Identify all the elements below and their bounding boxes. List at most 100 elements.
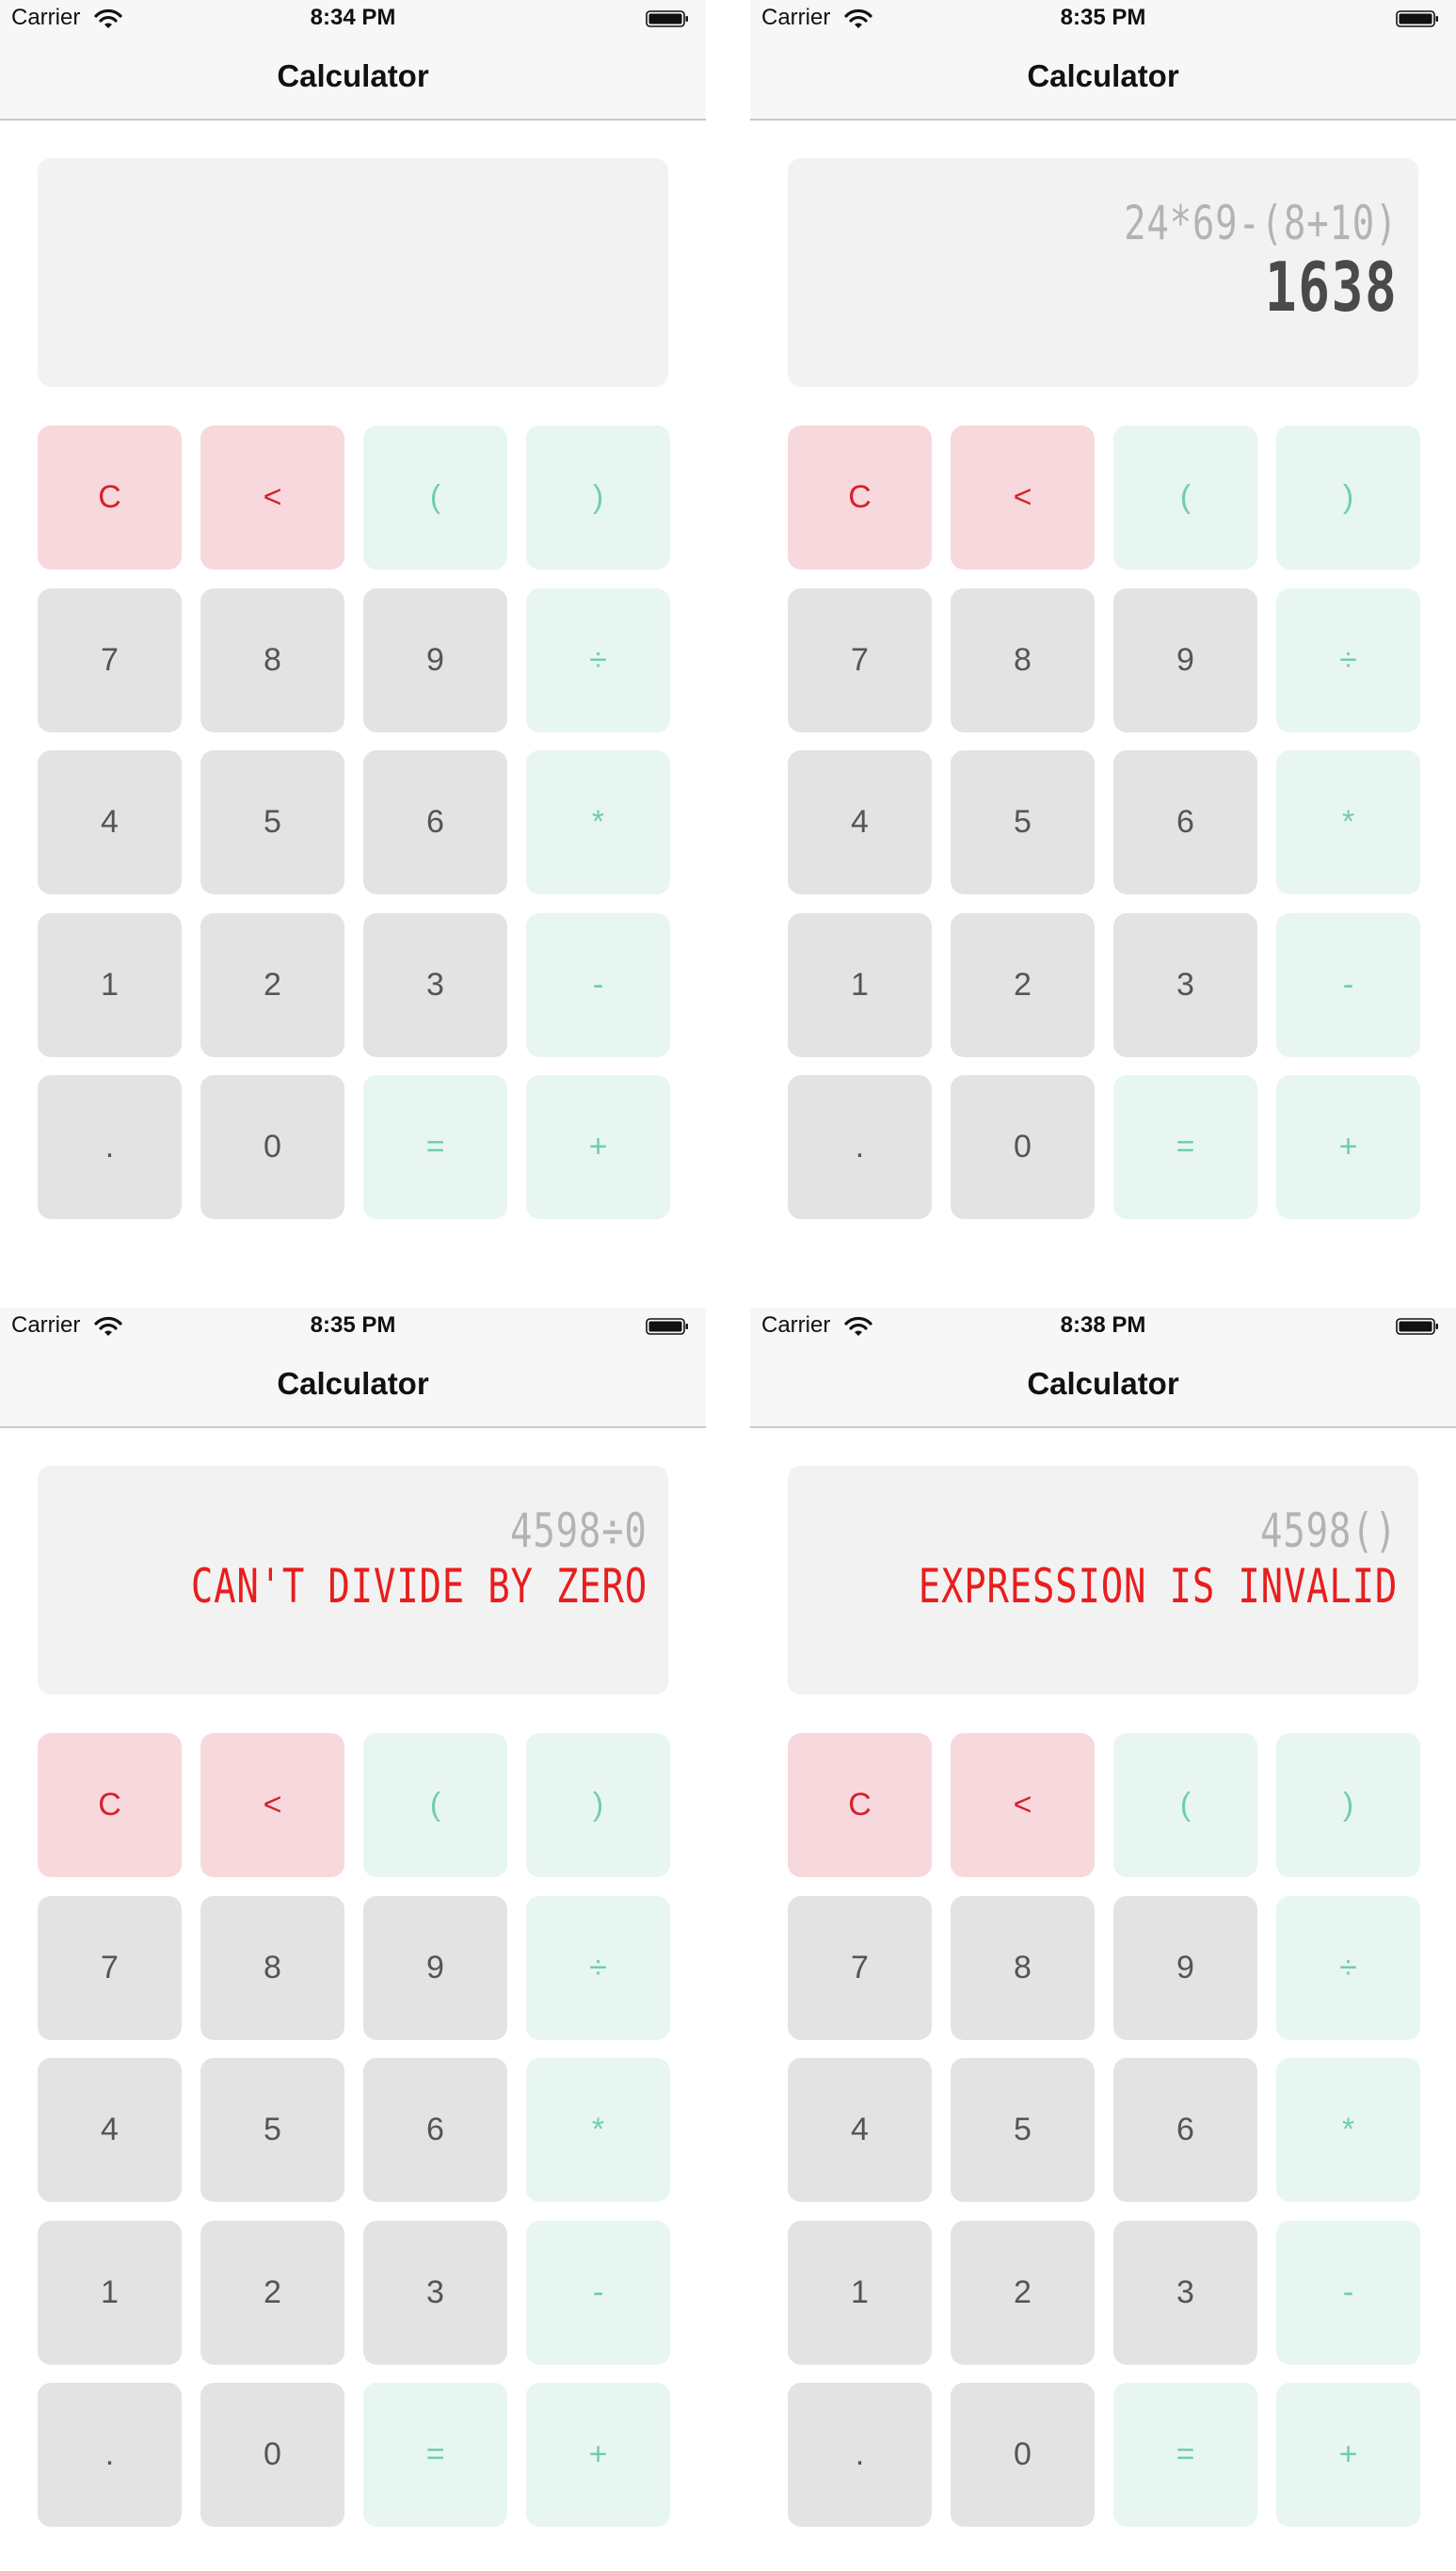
digit-2-button[interactable]: 2	[200, 2220, 344, 2365]
backspace-button[interactable]: <	[951, 426, 1095, 570]
close-paren-button[interactable]: )	[1276, 426, 1420, 570]
digit-4-button[interactable]: 4	[38, 2058, 182, 2202]
equals-button[interactable]: =	[1113, 2383, 1257, 2527]
digit-5-button[interactable]: 5	[951, 2058, 1095, 2202]
digit-3-button[interactable]: 3	[1113, 2220, 1257, 2365]
open-paren-button[interactable]: (	[363, 1733, 507, 1877]
equals-button[interactable]: =	[363, 2383, 507, 2527]
backspace-button[interactable]: <	[951, 1733, 1095, 1877]
divide-button[interactable]: ÷	[1276, 1895, 1420, 2040]
calculator-screen-1: Carrier 8:34 PM Calculator C <() 7 8 9 ÷ 4 5 6 * 1…	[0, 0, 706, 1263]
subtract-button[interactable]: -	[1276, 912, 1420, 1057]
multiply-button[interactable]: *	[526, 750, 670, 894]
add-button[interactable]: +	[526, 2383, 670, 2527]
digit-3-button[interactable]: 3	[363, 912, 507, 1057]
divide-button[interactable]: ÷	[526, 1895, 670, 2040]
digit-5-button[interactable]: 5	[951, 750, 1095, 894]
equals-button[interactable]: =	[1113, 1075, 1257, 1219]
navigation-bar: Calculator	[0, 38, 706, 121]
status-time: 8:35 PM	[1060, 5, 1146, 30]
subtract-button[interactable]: -	[526, 912, 670, 1057]
open-paren-button[interactable]: (	[1113, 1733, 1257, 1877]
digit-0-button[interactable]: 0	[951, 1075, 1095, 1219]
digit-9-button[interactable]: 9	[1113, 1895, 1257, 2040]
equals-button[interactable]: =	[363, 1075, 507, 1219]
clear-button[interactable]: C	[38, 426, 182, 570]
digit-9-button[interactable]: 9	[1113, 587, 1257, 732]
clear-button[interactable]: C	[788, 1733, 932, 1877]
digit-6-button[interactable]: 6	[1113, 2058, 1257, 2202]
digit-8-button[interactable]: 8	[200, 1895, 344, 2040]
calculator-display: 24*69-(8+10) 1638	[788, 158, 1418, 387]
clear-button[interactable]: C	[38, 1733, 182, 1877]
digit-7-button[interactable]: 7	[38, 1895, 182, 2040]
decimal-button[interactable]: .	[788, 1075, 932, 1219]
digit-9-button[interactable]: 9	[363, 1895, 507, 2040]
digit-4-button[interactable]: 4	[38, 750, 182, 894]
digit-2-button[interactable]: 2	[951, 2220, 1095, 2365]
digit-8-button[interactable]: 8	[951, 1895, 1095, 2040]
keypad: C <() 7 8 9 ÷ 4 5 6 * 1 2 3-. 0 = +	[788, 1733, 1420, 2527]
digit-0-button[interactable]: 0	[951, 2383, 1095, 2527]
page-title: Calculator	[277, 58, 429, 93]
subtract-button[interactable]: -	[526, 2220, 670, 2365]
status-time: 8:38 PM	[1060, 1312, 1146, 1338]
digit-6-button[interactable]: 6	[363, 750, 507, 894]
digit-9-button[interactable]: 9	[363, 587, 507, 732]
close-paren-button[interactable]: )	[1276, 1733, 1420, 1877]
backspace-button[interactable]: <	[200, 426, 344, 570]
status-time: 8:34 PM	[310, 5, 396, 30]
digit-1-button[interactable]: 1	[38, 912, 182, 1057]
decimal-button[interactable]: .	[38, 2383, 182, 2527]
result-text: 1638	[1264, 248, 1398, 327]
decimal-button[interactable]: .	[38, 1075, 182, 1219]
digit-8-button[interactable]: 8	[951, 587, 1095, 732]
digit-4-button[interactable]: 4	[788, 750, 932, 894]
status-bar: Carrier 8:34 PM	[0, 0, 706, 38]
digit-3-button[interactable]: 3	[1113, 912, 1257, 1057]
close-paren-button[interactable]: )	[526, 426, 670, 570]
divide-button[interactable]: ÷	[1276, 587, 1420, 732]
digit-5-button[interactable]: 5	[200, 2058, 344, 2202]
status-bar: Carrier 8:35 PM	[750, 0, 1456, 38]
clear-button[interactable]: C	[788, 426, 932, 570]
digit-7-button[interactable]: 7	[788, 587, 932, 732]
digit-2-button[interactable]: 2	[951, 912, 1095, 1057]
open-paren-button[interactable]: (	[363, 426, 507, 570]
page-title: Calculator	[1027, 1366, 1179, 1401]
digit-3-button[interactable]: 3	[363, 2220, 507, 2365]
digit-1-button[interactable]: 1	[788, 912, 932, 1057]
calculator-display: 4598() EXPRESSION IS INVALID	[788, 1466, 1418, 1695]
add-button[interactable]: +	[1276, 1075, 1420, 1219]
backspace-button[interactable]: <	[200, 1733, 344, 1877]
navigation-bar: Calculator	[750, 1345, 1456, 1428]
multiply-button[interactable]: *	[526, 2058, 670, 2202]
digit-4-button[interactable]: 4	[788, 2058, 932, 2202]
multiply-button[interactable]: *	[1276, 2058, 1420, 2202]
digit-1-button[interactable]: 1	[788, 2220, 932, 2365]
digit-1-button[interactable]: 1	[38, 2220, 182, 2365]
calculator-screen-3: Carrier 8:35 PM Calculator 4598÷0 CAN'T …	[0, 1308, 706, 2571]
expression-text: 4598÷0	[510, 1503, 648, 1558]
digit-2-button[interactable]: 2	[200, 912, 344, 1057]
digit-6-button[interactable]: 6	[363, 2058, 507, 2202]
digit-7-button[interactable]: 7	[788, 1895, 932, 2040]
calculator-display	[38, 158, 668, 387]
close-paren-button[interactable]: )	[526, 1733, 670, 1877]
digit-0-button[interactable]: 0	[200, 2383, 344, 2527]
digit-6-button[interactable]: 6	[1113, 750, 1257, 894]
multiply-button[interactable]: *	[1276, 750, 1420, 894]
add-button[interactable]: +	[1276, 2383, 1420, 2527]
calculator-display: 4598÷0 CAN'T DIVIDE BY ZERO	[38, 1466, 668, 1695]
digit-8-button[interactable]: 8	[200, 587, 344, 732]
keypad: C <() 7 8 9 ÷ 4 5 6 * 1 2 3-. 0 = +	[38, 426, 670, 1219]
digit-5-button[interactable]: 5	[200, 750, 344, 894]
subtract-button[interactable]: -	[1276, 2220, 1420, 2365]
open-paren-button[interactable]: (	[1113, 426, 1257, 570]
digit-0-button[interactable]: 0	[200, 1075, 344, 1219]
divide-button[interactable]: ÷	[526, 587, 670, 732]
add-button[interactable]: +	[526, 1075, 670, 1219]
battery-icon	[1396, 10, 1438, 27]
decimal-button[interactable]: .	[788, 2383, 932, 2527]
digit-7-button[interactable]: 7	[38, 587, 182, 732]
